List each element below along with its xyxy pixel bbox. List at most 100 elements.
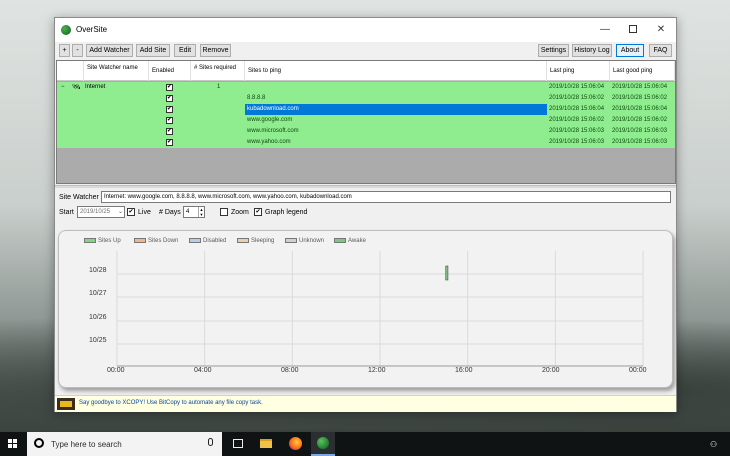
watcher-last-ping: 2019/10/28 15:06:04 (549, 84, 605, 90)
row-last-ping: 2019/10/28 15:06:02 (549, 95, 605, 101)
graph-legend-label: Graph legend (265, 209, 308, 216)
table-row[interactable]: ✔ 8.8.8.8 2019/10/28 15:06:02 2019/10/28… (57, 93, 675, 104)
x-tick-label: 04:00 (194, 367, 212, 374)
window-title: OverSite (76, 25, 108, 34)
people-button[interactable]: ⚇ (704, 432, 722, 456)
y-tick-label: 10/26 (89, 314, 107, 321)
live-checkbox[interactable]: ✔ (127, 208, 135, 216)
header-site-watcher[interactable]: Site Watcher name (84, 61, 149, 81)
row-site: 8.8.8.8 (247, 95, 266, 101)
start-date-value: 2019/10/25 (80, 209, 111, 215)
history-log-button[interactable]: History Log (572, 44, 612, 57)
collapse-toggle[interactable]: − (61, 82, 65, 93)
row-site: www.google.com (247, 117, 293, 123)
zoom-label: Zoom (231, 209, 249, 216)
row-site-selected[interactable]: kubadownload.com (245, 104, 547, 115)
days-value: 4 (186, 209, 190, 215)
status-bar: Say goodbye to XCOPY! Use BitCopy to aut… (55, 395, 676, 412)
y-tick-label: 10/25 (89, 337, 107, 344)
chevron-down-icon[interactable]: ⌄ (118, 207, 123, 217)
row-site: www.yahoo.com (247, 139, 291, 145)
file-explorer-button[interactable] (255, 432, 277, 456)
row-enabled-checkbox[interactable]: ✔ (166, 139, 173, 146)
live-label: Live (138, 209, 151, 216)
faq-button[interactable]: FAQ (649, 44, 672, 57)
status-chart[interactable]: Sites Up Sites Down Disabled Sleeping Un… (58, 230, 673, 388)
watcher-name: Internet (85, 84, 106, 90)
row-last-good-ping: 2019/10/28 15:06:03 (612, 128, 668, 134)
edit-button[interactable]: Edit (174, 44, 196, 57)
microphone-icon[interactable] (208, 438, 213, 446)
days-stepper[interactable]: 4 ▲ ▼ (183, 206, 205, 218)
site-watcher-grid[interactable]: Site Watcher name Enabled # Sites requir… (56, 60, 676, 184)
taskbar: Type here to search ⚇ (0, 432, 730, 456)
title-bar[interactable]: OverSite — ✕ (55, 18, 676, 42)
satellite-icon: 🛰 (72, 84, 81, 91)
chart-options: Start 2019/10/25 ⌄ ✔ Live # Days 4 ▲ ▼ Zo… (55, 206, 676, 220)
status-message[interactable]: Say goodbye to XCOPY! Use BitCopy to aut… (79, 400, 263, 406)
start-label: Start (59, 209, 74, 216)
minimize-button[interactable]: — (591, 20, 619, 40)
row-last-good-ping: 2019/10/28 15:06:02 (612, 117, 668, 123)
start-date-picker[interactable]: 2019/10/25 ⌄ (77, 206, 125, 218)
row-enabled-checkbox[interactable]: ✔ (166, 128, 173, 135)
table-row[interactable]: ✔ kubadownload.com 2019/10/28 15:06:04 2… (57, 104, 675, 115)
firefox-button[interactable] (284, 432, 306, 456)
expand-all-button[interactable]: + (59, 44, 70, 57)
table-row[interactable]: ✔ www.google.com 2019/10/28 15:06:02 201… (57, 115, 675, 126)
graph-legend-checkbox[interactable]: ✔ (254, 208, 262, 216)
add-watcher-button[interactable]: Add Watcher (86, 44, 133, 57)
header-sites-to-ping[interactable]: Sites to ping (245, 61, 547, 81)
folder-icon (260, 439, 272, 448)
zoom-checkbox[interactable] (220, 208, 228, 216)
panel-splitter[interactable] (55, 185, 676, 188)
row-last-good-ping: 2019/10/28 15:06:02 (612, 95, 668, 101)
watcher-row-internet[interactable]: − 🛰 Internet ✔ 1 2019/10/28 15:06:04 201… (57, 82, 675, 93)
row-last-ping: 2019/10/28 15:06:03 (549, 128, 605, 134)
remove-button[interactable]: Remove (200, 44, 231, 57)
y-tick-label: 10/28 (89, 267, 107, 274)
header-sites-required[interactable]: # Sites required (191, 61, 245, 81)
app-globe-icon (61, 25, 71, 35)
x-tick-label: 08:00 (281, 367, 299, 374)
cortana-icon (34, 438, 44, 448)
maximize-icon (629, 25, 637, 34)
bitcopy-icon[interactable] (57, 398, 75, 410)
taskbar-search[interactable]: Type here to search (27, 432, 222, 456)
firefox-icon (289, 437, 302, 450)
row-enabled-checkbox[interactable]: ✔ (166, 106, 173, 113)
site-watcher-field[interactable]: Internet: www.google.com, 8.8.8.8, www.m… (101, 191, 671, 203)
row-last-ping: 2019/10/28 15:06:03 (549, 139, 605, 145)
toolbar: + - Add Watcher Add Site Edit Remove Set… (55, 43, 676, 59)
days-label: # Days (159, 209, 181, 216)
watcher-last-good-ping: 2019/10/28 15:06:04 (612, 84, 668, 90)
task-view-button[interactable] (229, 432, 247, 456)
row-enabled-checkbox[interactable]: ✔ (166, 95, 173, 102)
row-last-ping: 2019/10/28 15:06:04 (549, 106, 605, 112)
maximize-button[interactable] (619, 20, 647, 40)
header-enabled[interactable]: Enabled (149, 61, 191, 81)
add-site-button[interactable]: Add Site (136, 44, 170, 57)
app-window: OverSite — ✕ + - Add Watcher Add Site Ed… (54, 17, 677, 412)
settings-button[interactable]: Settings (538, 44, 569, 57)
oversite-taskbar-button[interactable] (311, 432, 335, 456)
close-button[interactable]: ✕ (647, 20, 675, 40)
oversite-icon (317, 437, 329, 449)
row-last-good-ping: 2019/10/28 15:06:03 (612, 139, 668, 145)
start-button[interactable] (0, 432, 26, 456)
row-enabled-checkbox[interactable]: ✔ (166, 117, 173, 124)
spin-arrows-icon[interactable]: ▲ ▼ (198, 207, 204, 217)
grid-header: Site Watcher name Enabled # Sites requir… (57, 61, 675, 81)
task-view-icon (233, 439, 243, 448)
table-row[interactable]: ✔ www.microsoft.com 2019/10/28 15:06:03 … (57, 126, 675, 137)
watcher-enabled-checkbox[interactable]: ✔ (166, 84, 173, 91)
x-tick-label: 12:00 (368, 367, 386, 374)
x-tick-label: 20:00 (542, 367, 560, 374)
header-last-good-ping[interactable]: Last good ping (610, 61, 675, 81)
collapse-all-button[interactable]: - (72, 44, 83, 57)
search-placeholder: Type here to search (51, 440, 122, 449)
header-last-ping[interactable]: Last ping (547, 61, 610, 81)
table-row[interactable]: ✔ www.yahoo.com 2019/10/28 15:06:03 2019… (57, 137, 675, 148)
about-button[interactable]: About (616, 44, 644, 57)
x-tick-label: 16:00 (455, 367, 473, 374)
